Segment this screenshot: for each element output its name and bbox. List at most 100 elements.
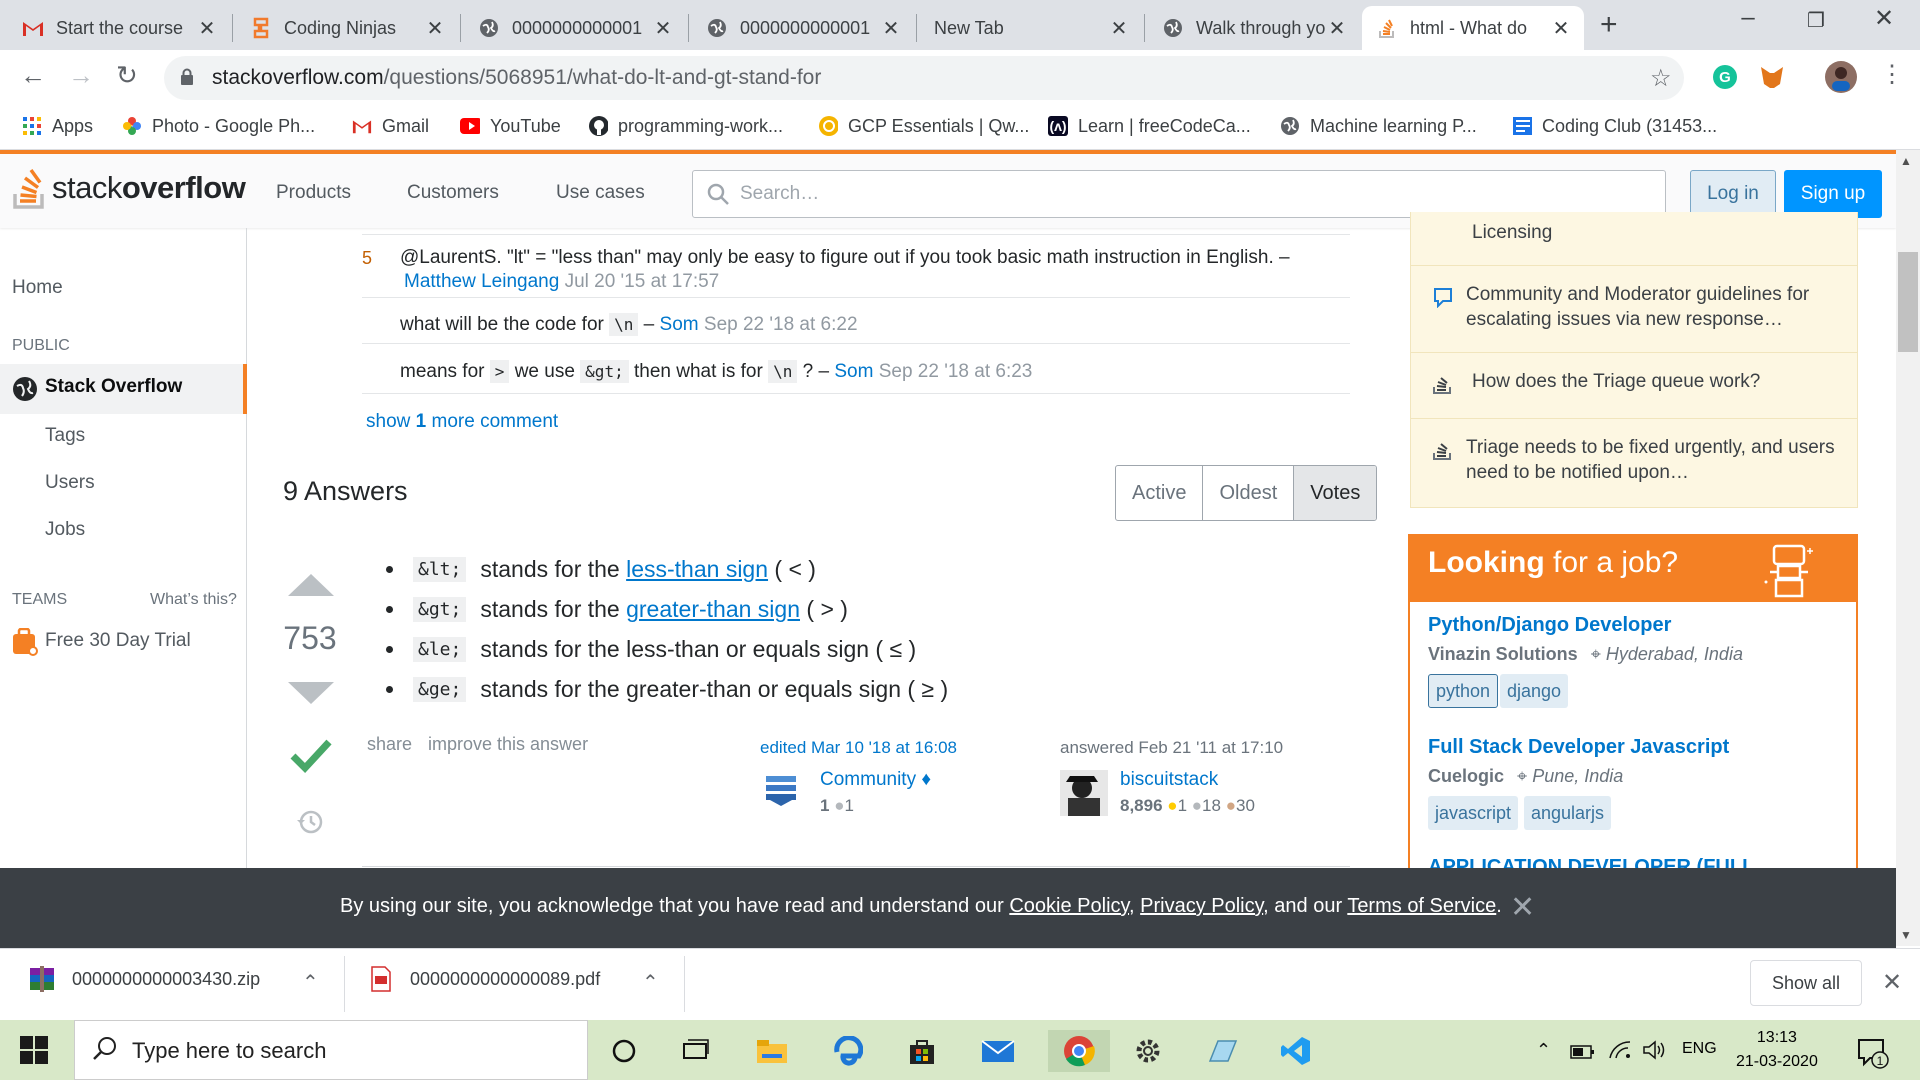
forward-icon[interactable]: → xyxy=(68,60,94,91)
nav-jobs[interactable]: Jobs xyxy=(45,519,85,541)
sort-votes-tab[interactable]: Votes xyxy=(1293,466,1377,520)
file-explorer-icon[interactable] xyxy=(748,1030,796,1072)
tag-javascript[interactable]: javascript xyxy=(1428,796,1519,830)
meta-item[interactable]: Community and Moderator guidelines for e… xyxy=(1432,282,1852,332)
language-indicator[interactable]: ENG xyxy=(1682,1040,1717,1058)
tag-python[interactable]: python xyxy=(1428,674,1499,708)
lock-icon[interactable] xyxy=(180,68,194,86)
show-more-comments-link[interactable]: show 1 more comment xyxy=(366,411,558,433)
back-icon[interactable]: ← xyxy=(20,60,46,91)
taskbar-clock[interactable]: 13:13 21-03-2020 xyxy=(1736,1026,1818,1074)
history-icon[interactable] xyxy=(296,808,324,836)
bookmark-github[interactable]: programming-work... xyxy=(588,112,783,140)
close-icon[interactable]: ✕ xyxy=(1326,16,1348,41)
terms-of-service-link[interactable]: Terms of Service xyxy=(1347,895,1496,917)
close-icon[interactable]: ✕ xyxy=(652,16,674,41)
avatar[interactable] xyxy=(1824,60,1858,94)
tab-2[interactable]: 0000000000001 ✕ xyxy=(464,6,686,50)
whats-this-link[interactable]: What’s this? xyxy=(150,591,237,609)
bookmark-gmail[interactable]: Gmail xyxy=(352,112,429,140)
upvote-icon[interactable] xyxy=(286,572,336,598)
menu-kebab-icon[interactable]: ⋮ xyxy=(1880,60,1904,89)
nav-customers[interactable]: Customers xyxy=(407,182,499,204)
tab-1[interactable]: Coding Ninjas ✕ xyxy=(236,6,458,50)
login-button[interactable]: Log in xyxy=(1690,170,1776,218)
tab-4[interactable]: New Tab ✕ xyxy=(920,6,1142,50)
volume-icon[interactable] xyxy=(1642,1040,1668,1060)
share-link[interactable]: share xyxy=(367,734,412,755)
scrollbar-thumb[interactable] xyxy=(1898,252,1918,352)
chevron-up-icon[interactable]: ⌃ xyxy=(642,970,659,995)
mail-icon[interactable] xyxy=(974,1030,1022,1072)
tab-3[interactable]: 0000000000001 ✕ xyxy=(692,6,914,50)
jobs-title[interactable]: Looking for a job? xyxy=(1428,546,1678,580)
scroll-down-icon[interactable]: ▼ xyxy=(1900,928,1912,942)
minimize-icon[interactable]: – xyxy=(1718,4,1778,32)
notification-icon[interactable]: 1 xyxy=(1856,1036,1890,1070)
chevron-up-icon[interactable]: ⌃ xyxy=(302,970,319,995)
grammarly-icon[interactable]: G xyxy=(1712,64,1738,90)
close-icon[interactable]: ✕ xyxy=(1108,16,1130,41)
close-icon[interactable]: ✕ xyxy=(196,16,218,41)
improve-answer-link[interactable]: improve this answer xyxy=(428,734,588,755)
nav-users[interactable]: Users xyxy=(45,472,95,494)
close-icon[interactable]: ✕ xyxy=(1550,16,1572,41)
greater-than-sign-link[interactable]: greater-than sign xyxy=(626,596,800,623)
free-trial-link[interactable]: Free 30 Day Trial xyxy=(45,630,191,652)
tab-0[interactable]: Start the course ✕ xyxy=(8,6,230,50)
cortana-icon[interactable] xyxy=(600,1030,648,1072)
less-than-sign-link[interactable]: less-than sign xyxy=(626,556,768,583)
close-icon[interactable]: ✕ xyxy=(1882,968,1902,997)
bookmark-youtube[interactable]: YouTube xyxy=(460,112,561,140)
sort-oldest-tab[interactable]: Oldest xyxy=(1202,466,1293,520)
nav-use-cases[interactable]: Use cases xyxy=(556,182,645,204)
edge-icon[interactable] xyxy=(824,1030,872,1072)
window-close-icon[interactable]: ✕ xyxy=(1854,4,1914,33)
nav-home[interactable]: Home xyxy=(12,277,63,299)
notepad-icon[interactable] xyxy=(1198,1030,1246,1072)
edited-label[interactable]: edited Mar 10 '18 at 16:08 xyxy=(760,738,957,758)
task-view-icon[interactable] xyxy=(672,1030,720,1072)
bookmark-freecodecamp[interactable]: (ʌ) Learn | freeCodeCa... xyxy=(1048,112,1251,140)
job-title-link[interactable]: Full Stack Developer Javascript xyxy=(1428,736,1729,759)
answerer-avatar[interactable] xyxy=(1060,770,1108,816)
windows-start-icon[interactable] xyxy=(20,1036,48,1064)
comment-date[interactable]: Sep 22 '18 at 6:23 xyxy=(879,361,1033,382)
signup-button[interactable]: Sign up xyxy=(1784,170,1882,218)
close-icon[interactable]: ✕ xyxy=(1510,890,1535,925)
privacy-policy-link[interactable]: Privacy Policy xyxy=(1140,895,1263,917)
reload-icon[interactable]: ↻ xyxy=(116,60,138,91)
answerer-user-link[interactable]: biscuitstack xyxy=(1120,769,1218,791)
job-title-link[interactable]: Python/Django Developer xyxy=(1428,614,1671,637)
metamask-icon[interactable] xyxy=(1758,64,1786,90)
bookmark-star-icon[interactable]: ☆ xyxy=(1650,64,1672,93)
cookie-policy-link[interactable]: Cookie Policy xyxy=(1009,895,1129,917)
settings-gear-icon[interactable] xyxy=(1124,1030,1172,1072)
tag-angularjs[interactable]: angularjs xyxy=(1524,796,1612,830)
sort-active-tab[interactable]: Active xyxy=(1116,466,1202,520)
close-icon[interactable]: ✕ xyxy=(880,16,902,41)
nav-products[interactable]: Products xyxy=(276,182,351,204)
downvote-icon[interactable] xyxy=(286,680,336,706)
search-input[interactable] xyxy=(692,170,1666,218)
comment-date[interactable]: Sep 22 '18 at 6:22 xyxy=(704,314,858,335)
tab-5[interactable]: Walk through yo ✕ xyxy=(1148,6,1360,50)
tab-6-active[interactable]: html - What do ✕ xyxy=(1362,6,1584,50)
comment-user-link[interactable]: Matthew Leingang xyxy=(404,271,559,292)
chevron-up-icon[interactable]: ⌃ xyxy=(1536,1040,1551,1061)
nav-tags[interactable]: Tags xyxy=(45,425,85,447)
comment-user-link[interactable]: Som xyxy=(660,314,699,335)
vscode-icon[interactable] xyxy=(1272,1030,1320,1072)
bookmark-google-photos[interactable]: Photo - Google Ph... xyxy=(122,112,315,140)
restore-icon[interactable]: ❐ xyxy=(1786,8,1846,33)
tag-django[interactable]: django xyxy=(1500,674,1569,708)
meta-item[interactable]: How does the Triage queue work? xyxy=(1432,369,1852,395)
bookmark-coding-club[interactable]: Coding Club (31453... xyxy=(1512,112,1717,140)
meta-item[interactable]: Triage needs to be fixed urgently, and u… xyxy=(1432,435,1852,485)
close-icon[interactable]: ✕ xyxy=(424,16,446,41)
scroll-up-icon[interactable]: ▲ xyxy=(1900,154,1912,168)
new-tab-button[interactable]: + xyxy=(1600,8,1618,42)
so-logo[interactable]: stackoverflow xyxy=(12,166,246,210)
battery-icon[interactable] xyxy=(1570,1044,1596,1060)
meta-item-licensing[interactable]: Licensing xyxy=(1432,220,1552,245)
